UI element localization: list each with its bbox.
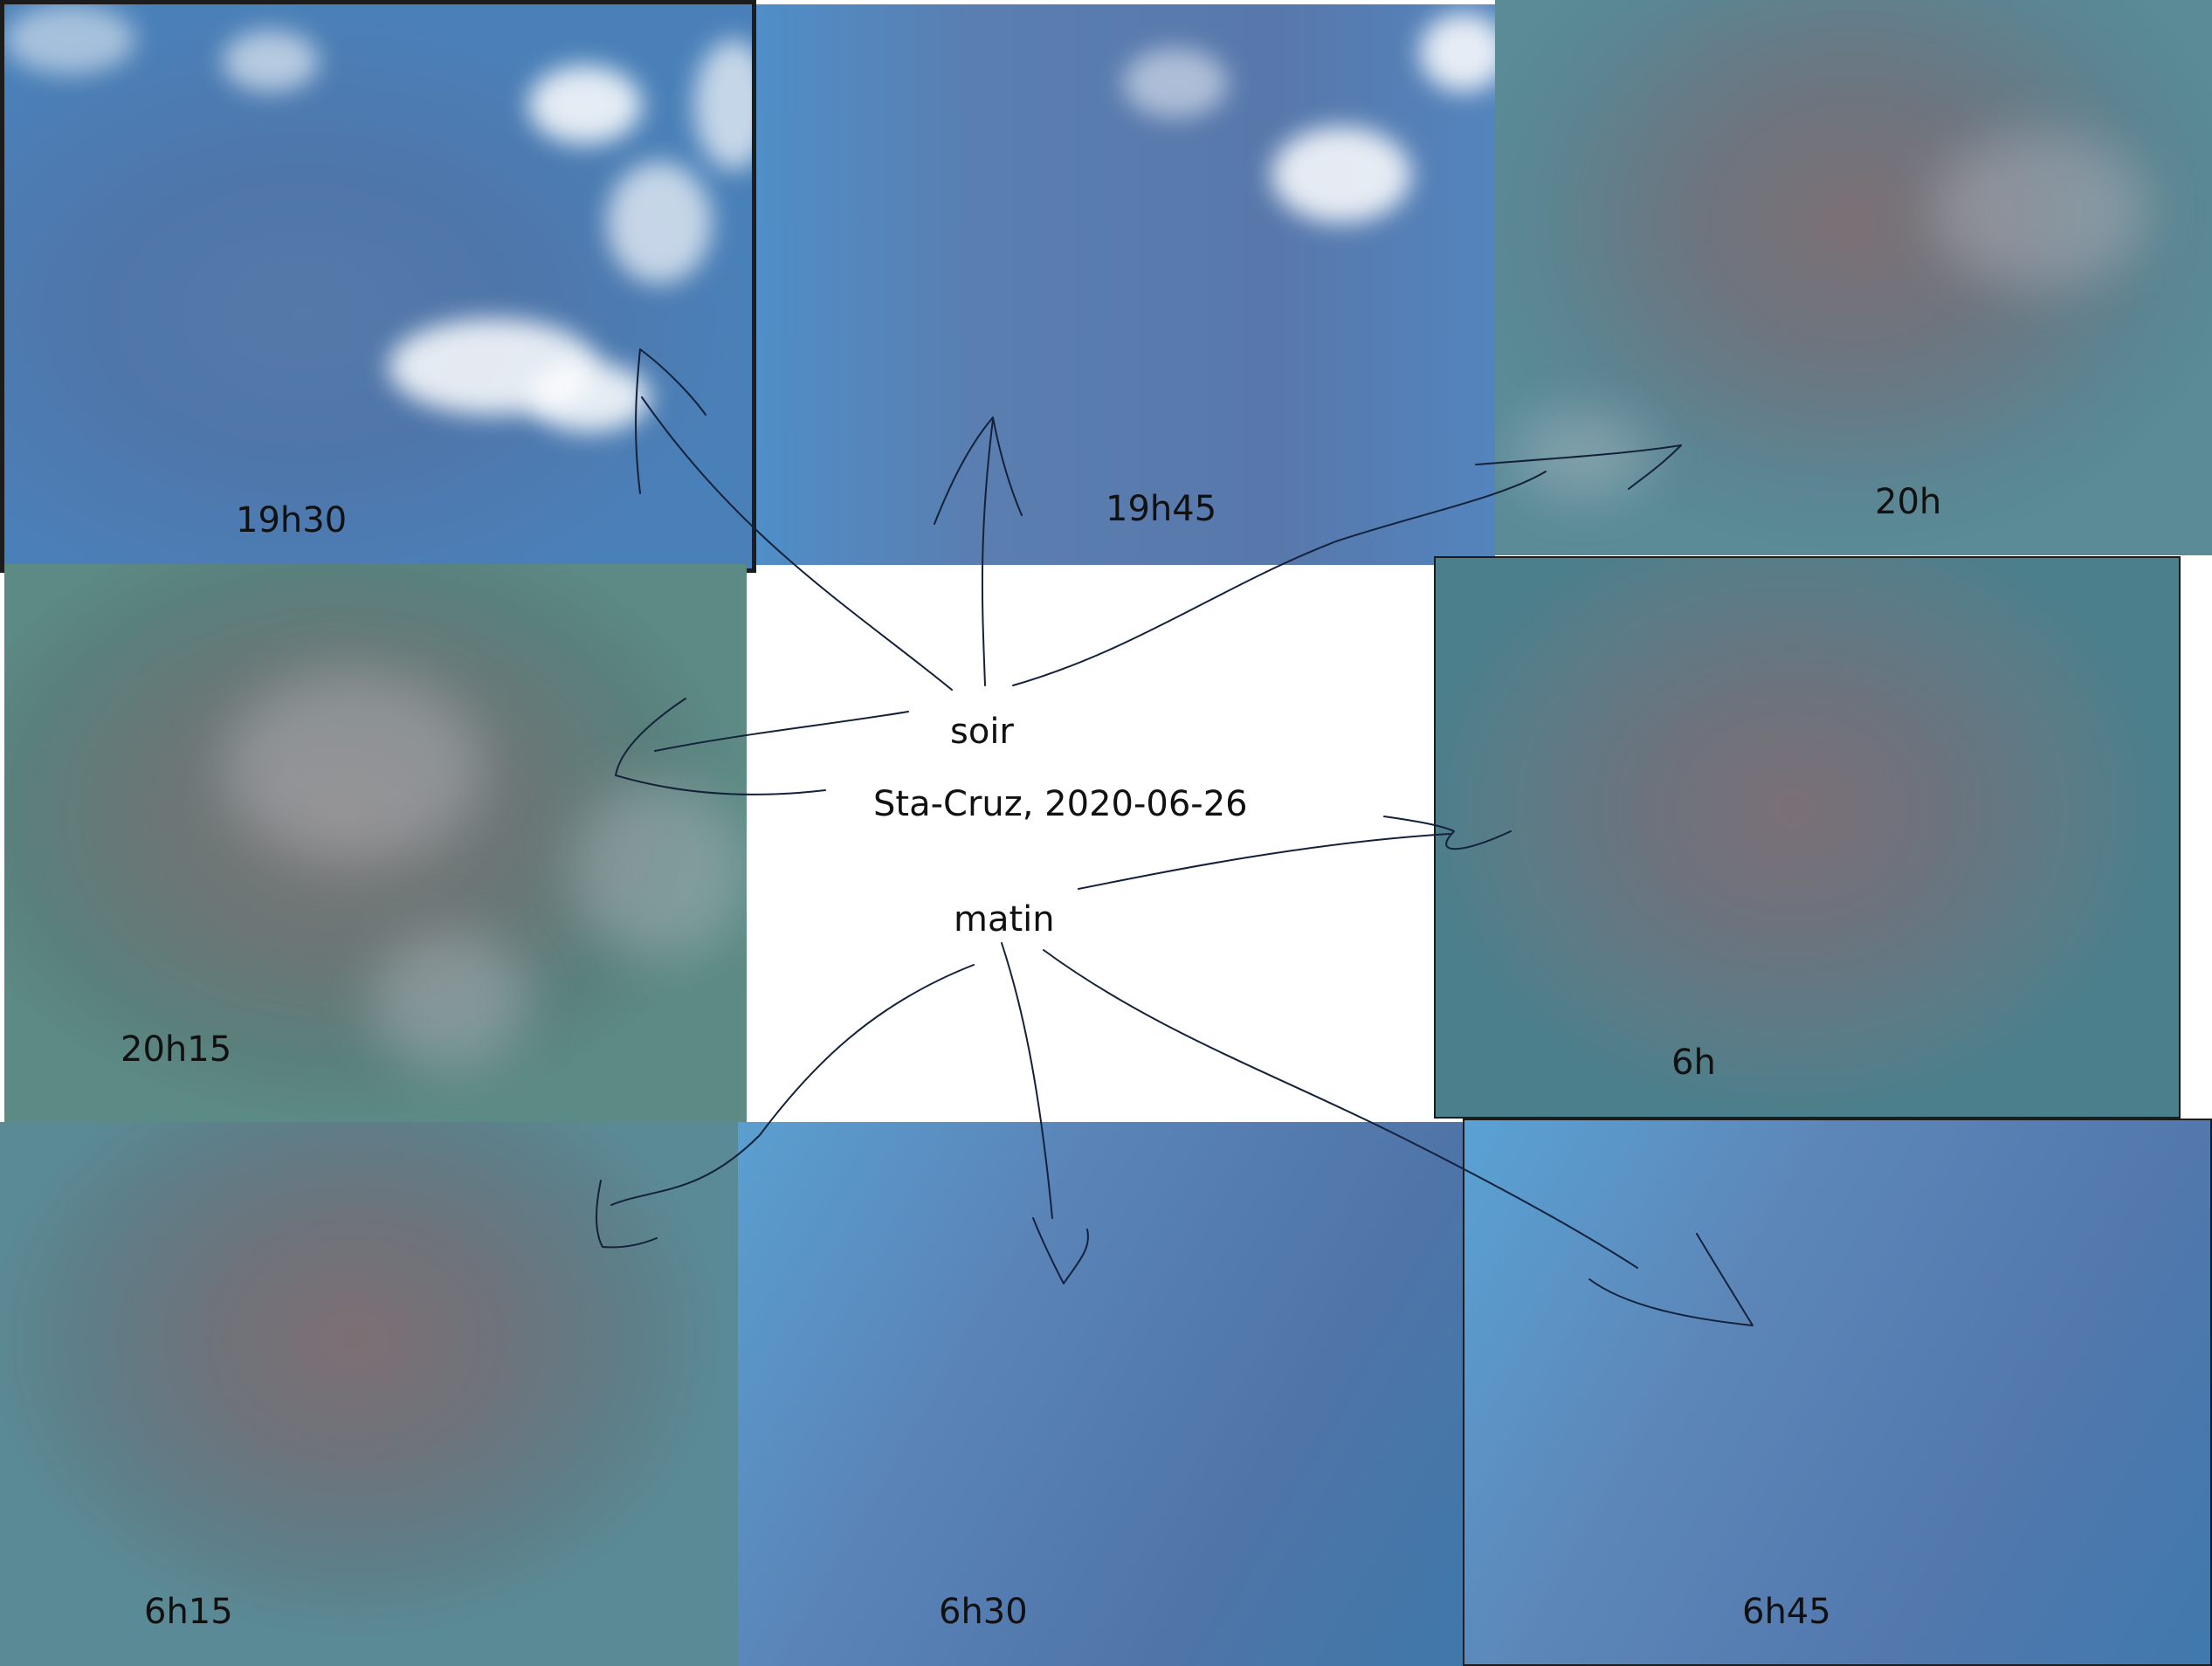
sky-photo-20h15: 20h15 [4,564,747,1122]
time-label-6h30: 6h30 [939,1592,1028,1632]
cloud [223,669,485,861]
cloud [4,4,135,74]
arrow-to-6h [1078,833,1451,890]
sky-photo-6h45: 6h45 [1463,1119,2212,1666]
time-label-19h45: 19h45 [1106,489,1217,529]
time-label-6h: 6h [1671,1043,1716,1083]
time-label-6h45: 6h45 [1742,1592,1831,1632]
sky-photo-19h30: 19h30 [0,0,756,573]
sky-photo-6h: 6h [1434,556,2181,1119]
cloud [1123,48,1228,118]
cloud [528,362,651,432]
sky-photo-20h: 20h [1495,0,2212,555]
cloud [694,39,752,170]
soir-label: soir [950,712,1014,752]
cloud [572,782,747,957]
cloud [1420,13,1495,92]
place-date-label: Sta-Cruz, 2020-06-26 [873,784,1248,824]
time-label-20h15: 20h15 [121,1029,232,1070]
cloud [607,162,712,284]
sky-photo-6h15: 6h15 [0,1122,738,1666]
cloud [1932,131,2150,288]
time-label-20h: 20h [1875,482,1942,522]
cloud [528,65,642,144]
sky-photo-19h45: 19h45 [756,4,1495,565]
sky-photo-6h30: 6h30 [738,1122,1463,1666]
matin-label: matin [954,899,1055,940]
time-label-19h30: 19h30 [236,500,348,540]
cloud [1513,410,1652,498]
cloud [1271,127,1411,223]
cloud [371,931,528,1071]
cloud [223,31,319,92]
time-label-6h15: 6h15 [144,1592,233,1632]
